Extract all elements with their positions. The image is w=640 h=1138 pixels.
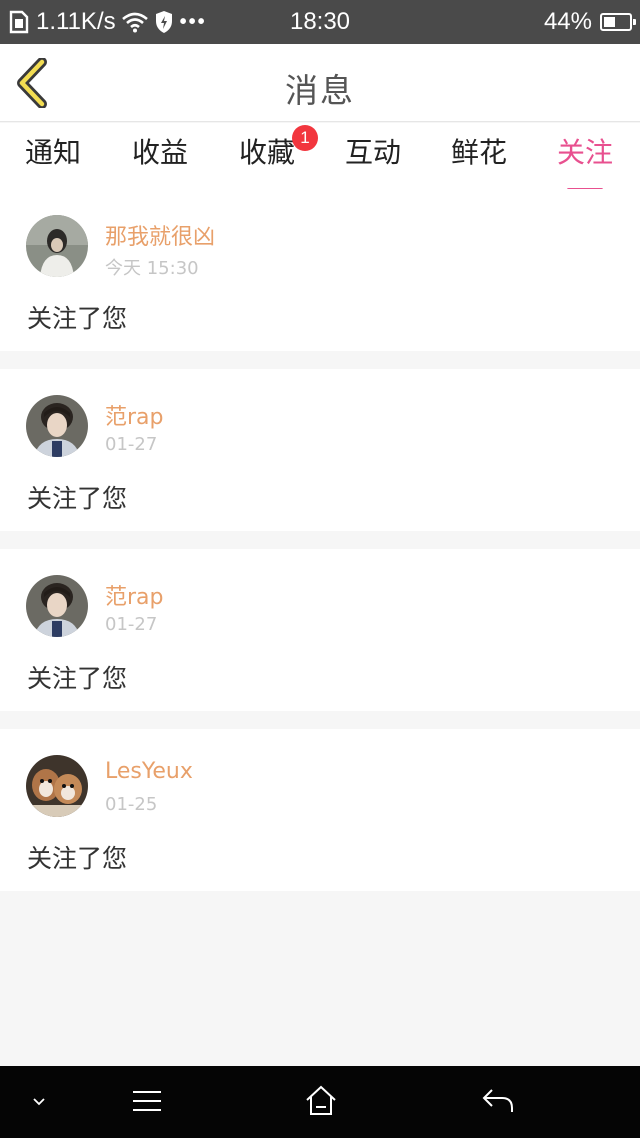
notification-message: 关注了您: [27, 664, 128, 693]
tab-label: 互动: [344, 136, 401, 169]
username[interactable]: 范rap: [105, 399, 164, 431]
notification-message: 关注了您: [27, 844, 128, 873]
battery-fill: [604, 17, 615, 27]
timestamp: 01-27: [105, 614, 158, 635]
notification-list: 那我就很凶 今天 15:30 关注了您 范rap 01-27 关注了您 范rap…: [0, 189, 640, 909]
avatar[interactable]: [26, 395, 88, 457]
username[interactable]: 那我就很凶: [105, 219, 215, 251]
username[interactable]: LesYeux: [105, 759, 193, 784]
system-nav-bar: [0, 1066, 640, 1138]
tab-flowers[interactable]: 鲜花: [434, 135, 524, 171]
tab-label: 鲜花: [450, 136, 507, 169]
notification-message: 关注了您: [27, 484, 128, 513]
battery-nub: [633, 19, 636, 25]
chevron-down-icon: [33, 1098, 45, 1106]
avatar[interactable]: [26, 215, 88, 277]
back-arrow-icon: [482, 1089, 513, 1112]
tab-favorites[interactable]: 收藏 1: [222, 125, 318, 171]
tab-label: 收藏: [238, 136, 295, 169]
page-header: 消息: [0, 44, 640, 122]
timestamp: 01-27: [105, 434, 158, 455]
hide-nav-button[interactable]: [28, 1090, 50, 1116]
notification-message: 关注了您: [27, 304, 128, 333]
status-bar: 1.11K/s ••• 18:30 44%: [0, 0, 640, 44]
tab-bar: 通知 收益 收藏 1 互动 鲜花 关注: [0, 123, 640, 191]
avatar[interactable]: [26, 575, 88, 637]
notification-item[interactable]: 那我就很凶 今天 15:30 关注了您: [0, 189, 640, 351]
timestamp: 今天 15:30: [105, 258, 199, 279]
menu-icon: [133, 1091, 161, 1111]
back-nav-button[interactable]: [480, 1084, 516, 1122]
unread-badge: 1: [292, 125, 318, 151]
menu-button[interactable]: [130, 1084, 164, 1122]
tab-label: 收益: [131, 136, 188, 169]
page-title: 消息: [285, 71, 355, 110]
tab-notifications[interactable]: 通知: [8, 135, 98, 171]
avatar-image: [26, 215, 88, 277]
back-button[interactable]: [12, 57, 56, 109]
avatar-image: [26, 755, 88, 817]
timestamp: 01-25: [105, 794, 158, 815]
battery-icon: [600, 13, 636, 31]
notification-item[interactable]: 范rap 01-27 关注了您: [0, 369, 640, 531]
tab-following[interactable]: 关注: [540, 135, 630, 191]
username[interactable]: 范rap: [105, 579, 164, 611]
avatar[interactable]: [26, 755, 88, 817]
tab-earnings[interactable]: 收益: [115, 135, 205, 171]
home-button[interactable]: [304, 1084, 338, 1122]
notification-item[interactable]: 范rap 01-27 关注了您: [0, 549, 640, 711]
tab-label: 关注: [556, 136, 613, 169]
status-right: 44%: [543, 8, 636, 36]
home-icon: [306, 1085, 336, 1115]
notification-item[interactable]: LesYeux 01-25 关注了您: [0, 729, 640, 891]
tab-interactions[interactable]: 互动: [328, 135, 418, 171]
tab-label: 通知: [24, 136, 81, 169]
avatar-image: [26, 575, 88, 637]
avatar-image: [26, 395, 88, 457]
chevron-left-icon: [17, 57, 47, 109]
battery-percent: 44%: [543, 8, 592, 35]
